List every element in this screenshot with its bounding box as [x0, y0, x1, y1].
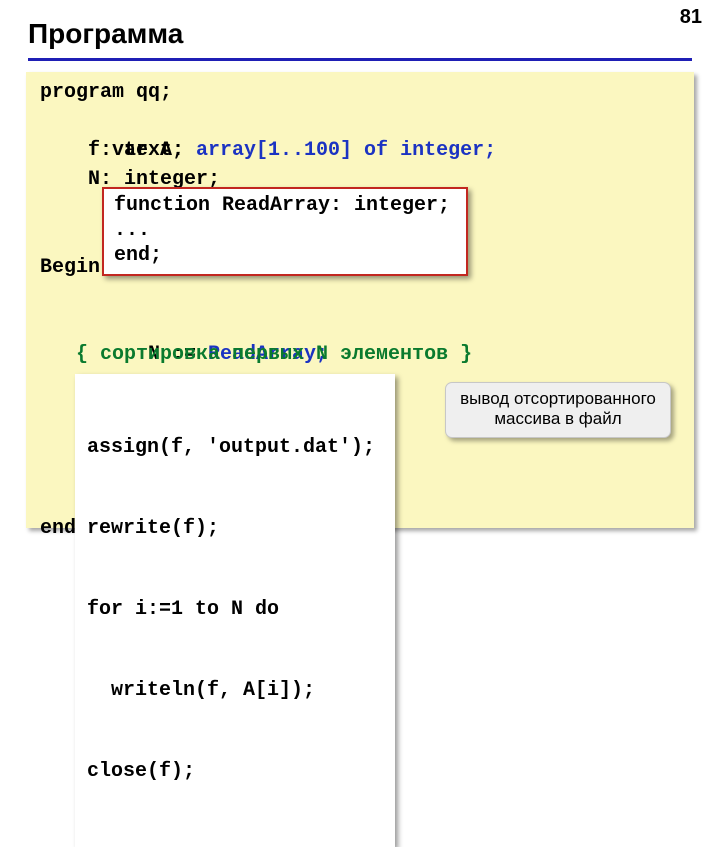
code-line: close(f); — [87, 758, 383, 785]
code-line: assign(f, 'output.dat'); — [87, 434, 383, 461]
title-rule — [28, 58, 692, 61]
callout: вывод отсортированного массива в файл — [445, 382, 671, 438]
page-number: 81 — [680, 6, 702, 29]
callout-line: массива в файл — [454, 409, 662, 429]
code-line: Begin — [40, 253, 100, 282]
function-box: function ReadArray: integer; ... end; — [102, 187, 468, 276]
code-line: function ReadArray: integer; — [114, 193, 456, 218]
code-line: rewrite(f); — [87, 515, 383, 542]
code-highlight: array[1..100] of integer; — [196, 139, 496, 162]
code-line: end; — [114, 243, 456, 268]
code-line: writeln(f, A[i]); — [87, 677, 383, 704]
callout-line: вывод отсортированного — [454, 389, 662, 409]
slide: 81 Программа program qq; var A: array[1.… — [0, 0, 720, 540]
output-box: assign(f, 'output.dat'); rewrite(f); for… — [75, 374, 395, 847]
code-block: program qq; var A: array[1..100] of inte… — [26, 72, 694, 528]
code-comment: { сортировка первых N элементов } — [40, 340, 472, 369]
code-line: ... — [114, 218, 456, 243]
code-line: f: text; — [40, 136, 184, 165]
page-title: Программа — [28, 18, 183, 50]
code-line: program qq; — [40, 78, 172, 107]
code-line: for i:=1 to N do — [87, 596, 383, 623]
